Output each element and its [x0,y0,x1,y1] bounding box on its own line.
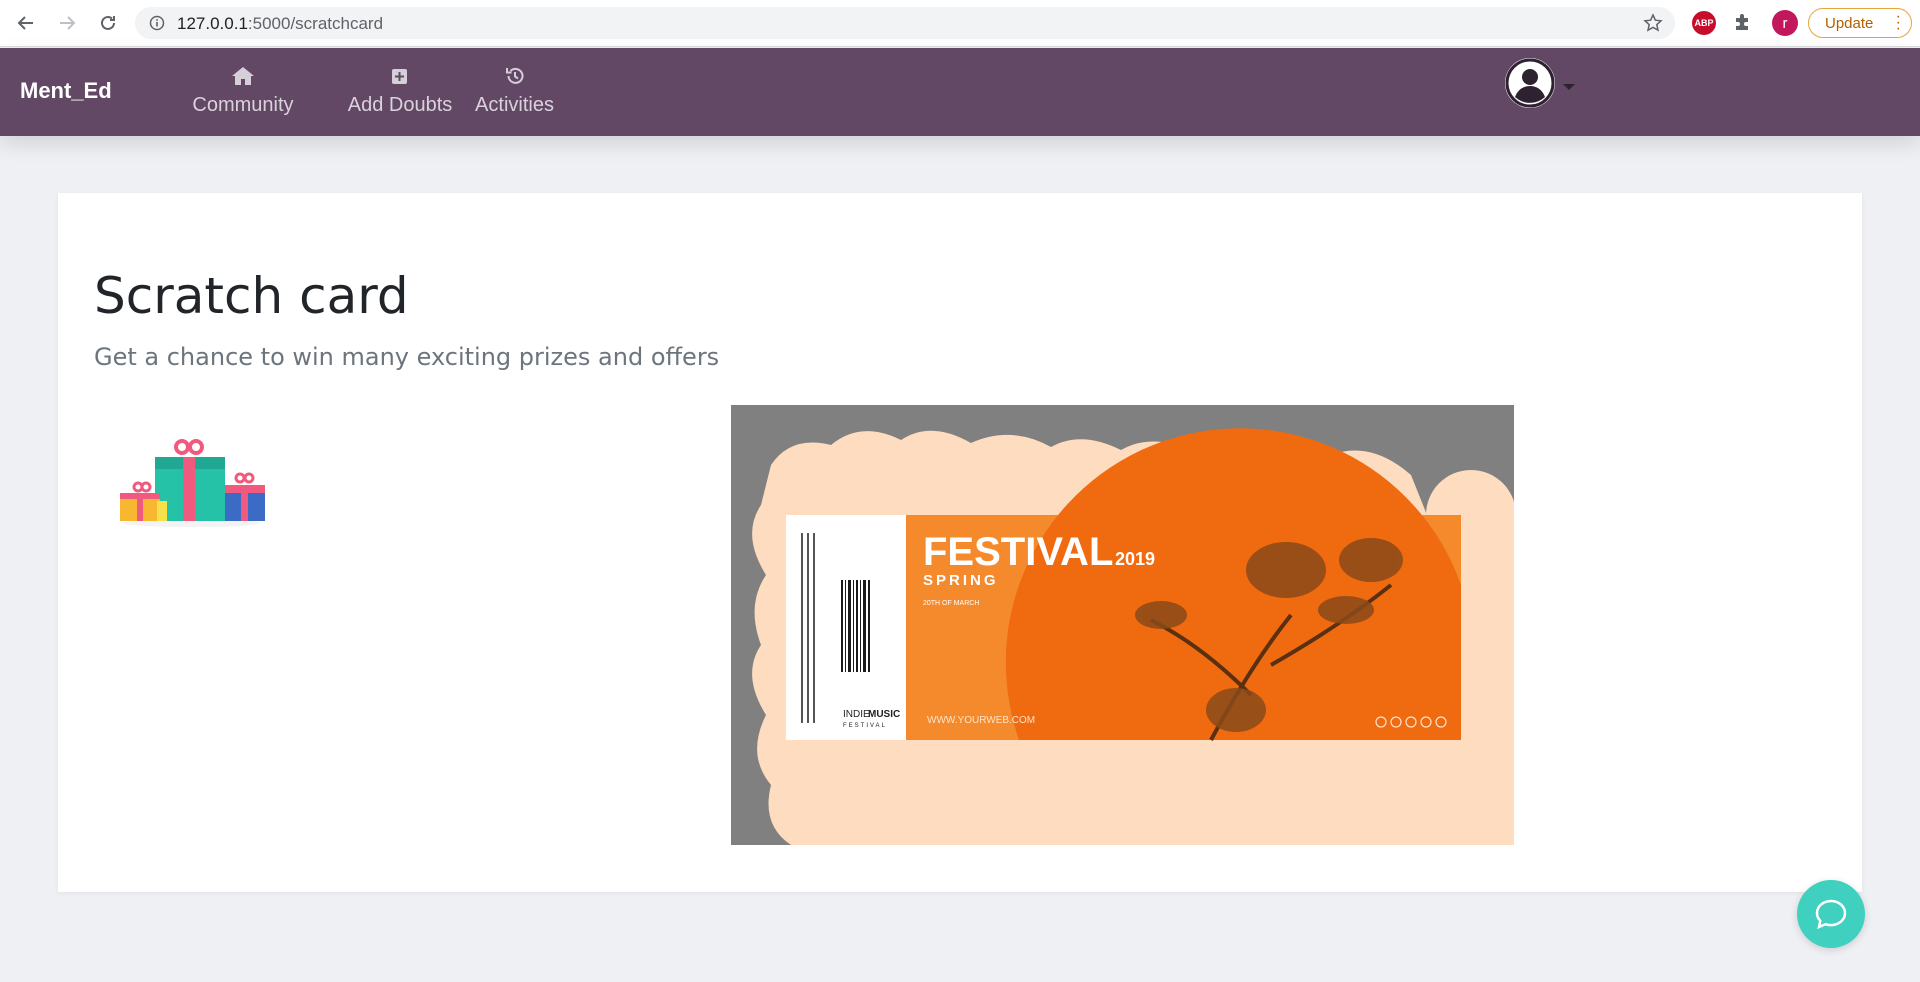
history-icon [505,67,523,84]
address-bar[interactable]: 127.0.0.1:5000/scratchcard [135,7,1675,39]
reload-icon [101,15,115,30]
nav-item-label: Add Doubts [347,94,453,116]
nav-item-label: Activities [475,94,554,116]
chat-button[interactable] [1797,880,1865,948]
ticket-headline: FESTIVAL [923,530,1113,574]
back-button[interactable] [14,11,38,35]
user-avatar[interactable] [1505,58,1555,108]
reload-button[interactable] [96,11,120,35]
browser-toolbar: 127.0.0.1:5000/scratchcard ABP r Update … [0,0,1920,47]
url-text: 127.0.0.1:5000/scratchcard [177,14,383,34]
nav-item-community[interactable]: Community [188,64,298,117]
app-navbar: Ment_Ed Community Add Doubts Activities [0,48,1920,136]
adblock-extension-icon[interactable]: ABP [1692,11,1716,35]
scratchcard-panel: Scratch card Get a chance to win many ex… [58,193,1862,892]
url-path: :5000/scratchcard [247,14,384,33]
nav-item-label: Community [192,94,294,116]
home-icon [232,67,254,85]
update-label: Update [1825,14,1874,32]
nav-item-activities[interactable]: Activities [472,64,557,117]
profile-avatar[interactable]: r [1772,10,1798,36]
user-dropdown-caret-icon[interactable] [1563,84,1575,90]
forward-button[interactable] [55,11,79,35]
ticket-brand-bold: MUSIC [868,709,900,720]
page-subtitle: Get a chance to win many exciting prizes… [94,343,720,371]
ticket-brand-light: INDIE [843,709,870,720]
more-vert-icon[interactable]: · · · [1896,9,1901,37]
ticket-brand-sub: FESTIVAL [843,723,887,729]
info-icon[interactable] [149,15,165,36]
scratch-card-canvas[interactable]: FESTIVAL 2019 SPRING 20TH OF MARCH WWW.Y… [731,405,1514,845]
bookmark-star-icon[interactable] [1643,13,1663,38]
extensions-puzzle-icon[interactable] [1732,11,1754,38]
ticket-website: WWW.YOURWEB.COM [927,715,1035,726]
arrow-left-icon [17,16,33,30]
ticket-season: SPRING [923,572,999,589]
plus-square-icon [392,69,407,84]
chat-bubble-icon [1815,899,1847,930]
brand-logo[interactable]: Ment_Ed [20,78,112,104]
url-host: 127.0.0.1 [177,14,248,33]
ticket-date: 20TH OF MARCH [923,600,979,607]
gift-boxes-illustration [120,433,270,531]
arrow-right-icon [60,16,76,30]
update-button[interactable]: Update · · · [1808,8,1912,38]
page-title: Scratch card [94,267,409,325]
user-circle-icon [1505,58,1555,108]
ticket-year: 2019 [1115,549,1155,569]
nav-item-add-doubts[interactable]: Add Doubts [345,64,455,117]
